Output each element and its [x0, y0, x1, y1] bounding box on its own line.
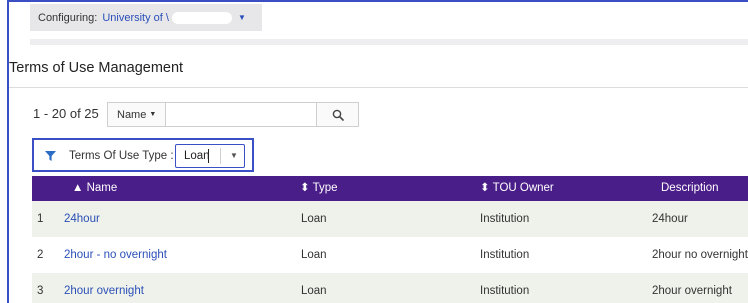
- search-field-label: Name: [117, 108, 147, 121]
- table-row[interactable]: 3 2hour overnight Loan Institution 2hour…: [32, 273, 748, 303]
- row-type: Loan: [301, 285, 327, 297]
- row-number: 2: [37, 249, 44, 261]
- table-row[interactable]: 1 24hour Loan Institution 24hour: [32, 201, 748, 237]
- row-owner: Institution: [480, 213, 530, 225]
- search-button[interactable]: [317, 102, 359, 127]
- row-number: 3: [37, 285, 44, 297]
- chevron-down-icon[interactable]: ▼: [230, 151, 238, 160]
- row-owner: Institution: [480, 249, 530, 261]
- configuring-bar[interactable]: Configuring: University of \ ▼: [30, 4, 262, 31]
- search-input[interactable]: [165, 102, 317, 127]
- page-title: Terms of Use Management: [9, 60, 184, 76]
- filter-label: Terms Of Use Type :: [69, 150, 174, 162]
- filter-panel: Terms Of Use Type : Loan ▼: [32, 138, 254, 172]
- table-header: ▲ Name ⬍ Type ⬍ TOU Owner Description: [32, 176, 748, 201]
- terms-of-use-table: ▲ Name ⬍ Type ⬍ TOU Owner Description 1 …: [32, 176, 748, 303]
- select-divider: [220, 148, 221, 164]
- row-number: 1: [37, 213, 44, 225]
- column-header-description[interactable]: Description: [661, 176, 719, 201]
- search-icon: [332, 109, 344, 121]
- header-divider: [30, 39, 748, 45]
- row-name-link[interactable]: 2hour overnight: [64, 273, 144, 303]
- table-row[interactable]: 2 2hour - no overnight Loan Institution …: [32, 237, 748, 273]
- row-type: Loan: [301, 249, 327, 261]
- column-header-name[interactable]: ▲ Name: [72, 176, 117, 201]
- results-range: 1 - 20 of 25: [33, 106, 99, 121]
- row-name-link[interactable]: 24hour: [64, 201, 100, 237]
- chevron-down-icon: ▼: [149, 111, 157, 118]
- row-name-link[interactable]: 2hour - no overnight: [64, 237, 167, 273]
- tou-type-value[interactable]: Loan: [184, 150, 210, 162]
- row-type: Loan: [301, 213, 327, 225]
- text-cursor: [208, 149, 209, 163]
- redaction-mask: [171, 11, 232, 24]
- column-header-type[interactable]: ⬍ Type: [300, 176, 338, 201]
- column-header-tou-owner[interactable]: ⬍ TOU Owner: [480, 176, 554, 201]
- tou-type-select[interactable]: Loan ▼: [175, 144, 245, 168]
- row-owner: Institution: [480, 285, 530, 297]
- configuring-institution[interactable]: University of \: [102, 12, 169, 24]
- title-divider: [9, 87, 748, 88]
- configuring-label: Configuring:: [38, 11, 98, 24]
- row-description: 2hour overnight: [652, 285, 732, 297]
- filter-funnel-icon[interactable]: [45, 151, 56, 161]
- search-field-select[interactable]: Name ▼: [107, 102, 165, 127]
- chevron-down-icon[interactable]: ▼: [238, 13, 246, 22]
- row-description: 24hour: [652, 213, 688, 225]
- row-description: 2hour no overnight: [652, 249, 748, 261]
